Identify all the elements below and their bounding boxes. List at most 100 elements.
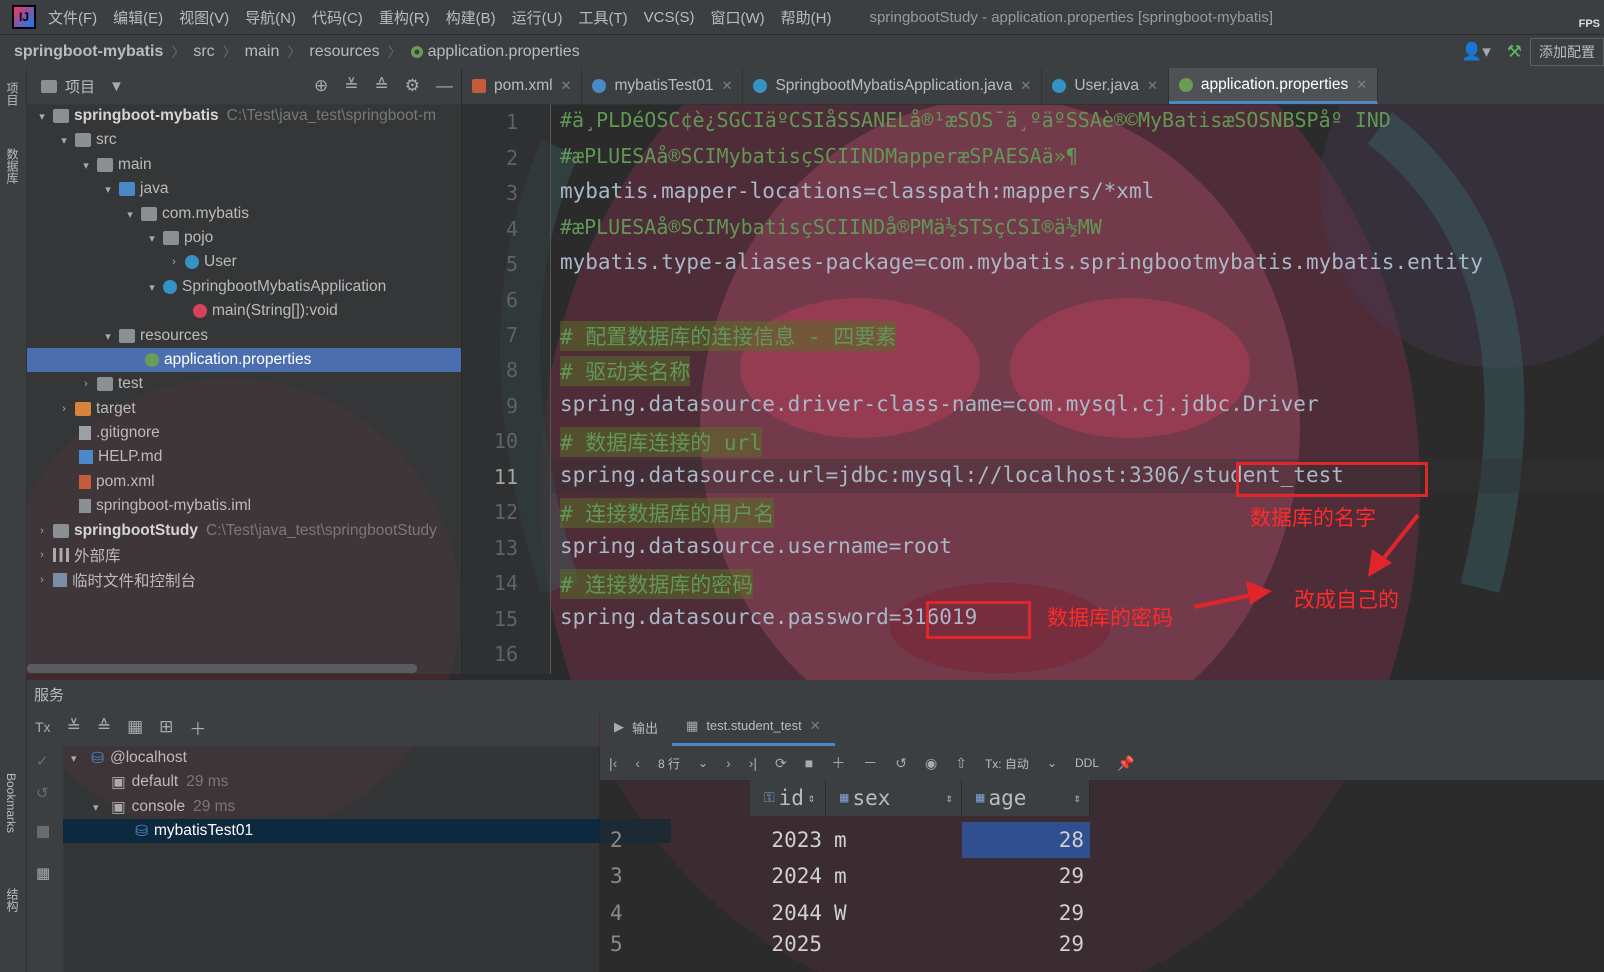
service-localhost[interactable]: ▾ ⛁ @localhost <box>63 746 607 770</box>
cell-sex[interactable]: m <box>834 858 847 894</box>
code-line[interactable]: #æPLUESAå®SCIMybatisçSCIINDå®PMä½STSçCSI… <box>560 215 1102 239</box>
tree-item-test[interactable]: › test <box>27 372 461 396</box>
bookmarks-tool-tab[interactable]: Bookmarks <box>4 773 18 833</box>
code-line[interactable]: # 配置数据库的连接信息 - 四要素 <box>560 321 897 351</box>
breadcrumb-file[interactable]: application.properties <box>428 43 580 61</box>
sort-icon[interactable]: ⇕ <box>946 791 953 805</box>
layout-icon[interactable]: ⊞ <box>159 717 173 737</box>
structure-tool-tab[interactable]: 结构 <box>4 888 21 912</box>
cell-id[interactable]: 2044 <box>750 895 826 931</box>
chevron-down-icon[interactable]: ⌄ <box>698 756 708 770</box>
cell-id[interactable]: 2024 <box>750 858 826 894</box>
tab-output[interactable]: ▶ 输出 <box>600 708 672 746</box>
service-console[interactable]: ▾ ▣ console 29 ms <box>63 795 629 819</box>
tree-item-application-properties[interactable]: application.properties <box>27 348 461 372</box>
add-configuration-button[interactable]: 添加配置 <box>1530 38 1604 66</box>
check-icon[interactable]: ✓ <box>36 752 49 770</box>
breadcrumb-main[interactable]: main <box>245 43 280 61</box>
table-icon[interactable]: ▦ <box>36 864 50 882</box>
database-tool-tab[interactable]: 数据库 <box>4 148 21 184</box>
tree-item-help-md[interactable]: HELP.md <box>27 445 461 469</box>
breadcrumb-resources[interactable]: resources <box>309 43 379 61</box>
menu-code[interactable]: 代码(C) <box>312 7 363 28</box>
group-icon[interactable]: ▦ <box>127 717 143 737</box>
menu-navigate[interactable]: 导航(N) <box>245 7 296 28</box>
menu-run[interactable]: 运行(U) <box>512 7 563 28</box>
code-line[interactable]: spring.datasource.password=316019 <box>560 605 977 629</box>
tree-item-gitignore[interactable]: .gitignore <box>27 421 461 445</box>
user-icon[interactable]: 👤▾ <box>1461 42 1491 62</box>
expand-all-icon[interactable]: ≚ <box>67 717 81 737</box>
chevron-down-icon[interactable]: ▼ <box>109 78 124 95</box>
tree-item-scratches[interactable]: › 临时文件和控制台 <box>27 568 461 592</box>
refresh-icon[interactable]: ⟳ <box>775 755 787 772</box>
gear-icon[interactable]: ⚙ <box>405 76 420 96</box>
column-header-sex[interactable]: ▦ sex ⇕ <box>826 780 962 816</box>
first-page-icon[interactable]: |‹ <box>609 755 617 771</box>
revert-icon[interactable]: ↺ <box>895 755 907 772</box>
pin-icon[interactable]: 📌 <box>1117 755 1134 772</box>
tree-item-resources[interactable]: ▾ resources <box>27 324 461 348</box>
tab-mybatistest01[interactable]: mybatisTest01 ✕ <box>582 68 744 104</box>
tree-item-pom-xml[interactable]: pom.xml <box>27 470 461 494</box>
code-line[interactable]: # 连接数据库的用户名 <box>560 498 775 528</box>
tab-user-java[interactable]: User.java ✕ <box>1042 68 1169 104</box>
code-line[interactable]: spring.datasource.driver-class-name=com.… <box>560 392 1319 416</box>
cell-age[interactable]: 29 <box>962 858 1090 894</box>
minimize-icon[interactable]: — <box>436 76 453 96</box>
stop-icon[interactable]: ■ <box>805 755 813 771</box>
service-mybatistest01[interactable]: ⛁ mybatisTest01 <box>63 819 671 843</box>
cell-age[interactable]: 29 <box>962 895 1090 931</box>
sort-icon[interactable]: ⇕ <box>1074 791 1081 805</box>
code-line[interactable]: spring.datasource.username=root <box>560 534 952 558</box>
add-row-icon[interactable]: ＋ <box>831 753 845 773</box>
cell-sex[interactable]: m <box>834 822 847 858</box>
tree-item-pojo[interactable]: ▾ pojo <box>27 226 461 250</box>
tree-item-target[interactable]: › target <box>27 397 461 421</box>
tree-item-main-method[interactable]: main(String[]):void <box>27 299 461 323</box>
tree-item-application-class[interactable]: ▾ SpringbootMybatisApplication <box>27 275 461 299</box>
cell-id[interactable]: 2025 <box>750 932 826 954</box>
tx-label[interactable]: Tx <box>35 719 51 735</box>
tree-item-iml[interactable]: springboot-mybatis.iml <box>27 494 461 518</box>
tree-item-main[interactable]: ▾ main <box>27 153 461 177</box>
prev-page-icon[interactable]: ‹ <box>635 755 640 771</box>
collapse-all-icon[interactable]: ≙ <box>97 717 111 737</box>
sort-icon[interactable]: ⇕ <box>808 791 815 805</box>
tree-item-external-libraries[interactable]: › 外部库 <box>27 543 461 567</box>
project-tool-tab[interactable]: 项目 <box>4 82 21 106</box>
ddl-button[interactable]: DDL <box>1075 756 1099 770</box>
close-icon[interactable]: ✕ <box>722 78 733 94</box>
close-icon[interactable]: ✕ <box>1147 78 1158 94</box>
tab-application-class[interactable]: SpringbootMybatisApplication.java ✕ <box>743 68 1043 104</box>
breadcrumb-src[interactable]: src <box>193 43 214 61</box>
revert-icon[interactable]: ↺ <box>36 784 49 802</box>
close-icon[interactable]: ✕ <box>561 78 572 94</box>
menu-help[interactable]: 帮助(H) <box>781 7 832 28</box>
tree-item-package[interactable]: ▾ com.mybatis <box>27 202 461 226</box>
cell-age-selected[interactable]: 28 <box>962 822 1090 858</box>
cell-id[interactable]: 2023 <box>750 822 826 858</box>
menu-vcs[interactable]: VCS(S) <box>644 9 695 26</box>
add-icon[interactable]: ＋ <box>189 715 206 740</box>
code-line[interactable]: spring.datasource.url=jdbc:mysql://local… <box>560 463 1344 487</box>
menu-build[interactable]: 构建(B) <box>446 7 496 28</box>
stop-icon[interactable] <box>37 826 49 838</box>
project-panel-title[interactable]: 项目 <box>65 76 95 97</box>
tx-mode-select[interactable]: Tx: 自动 <box>985 755 1029 772</box>
last-page-icon[interactable]: ›| <box>749 755 757 771</box>
menu-file[interactable]: 文件(F) <box>48 7 97 28</box>
tree-item-user[interactable]: › User <box>27 250 461 274</box>
tab-application-properties[interactable]: application.properties ✕ <box>1168 68 1379 104</box>
code-line[interactable]: # 数据库连接的 url <box>560 427 762 457</box>
tree-item-project-root[interactable]: ▾ springboot-mybatis C:\Test\java_test\sp… <box>27 104 461 128</box>
code-line[interactable]: # 驱动类名称 <box>560 356 691 386</box>
locate-icon[interactable]: ⊕ <box>314 76 328 96</box>
breadcrumb-project[interactable]: springboot-mybatis <box>14 43 163 61</box>
close-icon[interactable]: ✕ <box>1020 78 1031 94</box>
column-header-id[interactable]: ⚿ id ⇕ <box>750 780 826 816</box>
tree-item-java[interactable]: ▾ java <box>27 177 461 201</box>
build-hammer-icon[interactable]: ⚒ <box>1507 42 1522 62</box>
tree-item-springbootstudy[interactable]: › springbootStudy C:\Test\java_test\sprin… <box>27 519 461 543</box>
cell-age[interactable]: 29 <box>962 932 1090 954</box>
